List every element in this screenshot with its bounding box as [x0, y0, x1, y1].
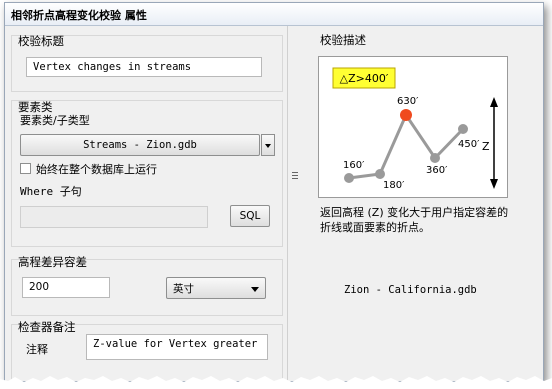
- vertex-point: [430, 153, 440, 163]
- right-pane: 校验描述 △Z>400′ 160′ 180′ 630′ 360′ 450′ Z …: [302, 26, 543, 381]
- notes-label: 检查器备注: [18, 320, 76, 334]
- splitter-grip-line: [292, 178, 298, 179]
- z-axis-label: Z: [482, 140, 490, 153]
- vertex-point: [458, 124, 468, 134]
- where-clause-label: Where 子句: [20, 185, 82, 198]
- tolerance-unit-value: 英寸: [173, 283, 194, 295]
- vertex-highlight: [400, 109, 412, 121]
- chevron-down-icon: [251, 287, 259, 292]
- description-source: Zion - California.gdb: [344, 284, 477, 296]
- pane-splitter[interactable]: [287, 26, 303, 381]
- description-diagram: △Z>400′ 160′ 180′ 630′ 360′ 450′ Z: [318, 56, 508, 198]
- left-pane: 校验标题 Vertex changes in streams 要素类 要素类/子…: [5, 26, 287, 381]
- torn-edge-decoration: [0, 376, 552, 389]
- properties-dialog: 相邻折点高程变化校验 属性 校验标题 Vertex changes in str…: [4, 2, 544, 382]
- feature-class-combo[interactable]: Streams - Zion.gdb: [20, 134, 260, 156]
- vertex-point: [344, 173, 354, 183]
- vertex-point: [375, 169, 385, 179]
- elevation-diagram: △Z>400′ 160′ 180′ 630′ 360′ 450′ Z: [332, 67, 498, 191]
- title-bar: 相邻折点高程变化校验 属性: [5, 3, 543, 26]
- run-entire-db-label: 始终在整个数据库上运行: [36, 163, 157, 176]
- check-title-input[interactable]: Vertex changes in streams: [26, 57, 262, 77]
- notes-field-label: 注释: [26, 343, 48, 356]
- elevation-label: 450′: [458, 139, 480, 150]
- elevation-label: 360′: [426, 165, 448, 176]
- splitter-grip: [292, 172, 298, 173]
- tolerance-group: 高程差异容差 200 英寸: [11, 255, 283, 316]
- tolerance-input[interactable]: 200: [22, 277, 110, 298]
- feature-class-sub-label: 要素类/子类型: [20, 114, 90, 127]
- check-title-group: 校验标题 Vertex changes in streams: [11, 34, 283, 92]
- notes-input[interactable]: Z-value for Vertex greater: [86, 334, 268, 360]
- tolerance-label: 高程差异容差: [18, 255, 87, 269]
- feature-class-group: 要素类 要素类/子类型 Streams - Zion.gdb 始终在整个数据库上…: [11, 100, 283, 247]
- where-clause-input[interactable]: [20, 206, 208, 228]
- sql-button[interactable]: SQL: [230, 205, 270, 227]
- delta-z-callout-text: △Z>400′: [340, 72, 389, 85]
- check-title-label: 校验标题: [18, 34, 64, 48]
- window-title: 相邻折点高程变化校验 属性: [11, 9, 147, 22]
- run-entire-db-checkbox[interactable]: [20, 163, 31, 174]
- description-line1: 返回高程 (Z) 变化大于用户指定容差的: [320, 206, 509, 219]
- arrow-up-icon: [490, 97, 498, 107]
- elevation-label: 160′: [343, 160, 365, 171]
- splitter-grip-line: [292, 175, 298, 176]
- arrow-down-icon: [490, 179, 498, 189]
- elevation-label: 630′: [397, 96, 419, 107]
- description-header: 校验描述: [320, 33, 366, 47]
- chevron-down-icon: [265, 144, 271, 148]
- tolerance-unit-select[interactable]: 英寸: [166, 277, 266, 299]
- elevation-label: 180′: [383, 180, 405, 191]
- description-line2: 折线或面要素的折点。: [320, 221, 430, 234]
- feature-class-dropdown-button[interactable]: [261, 134, 275, 156]
